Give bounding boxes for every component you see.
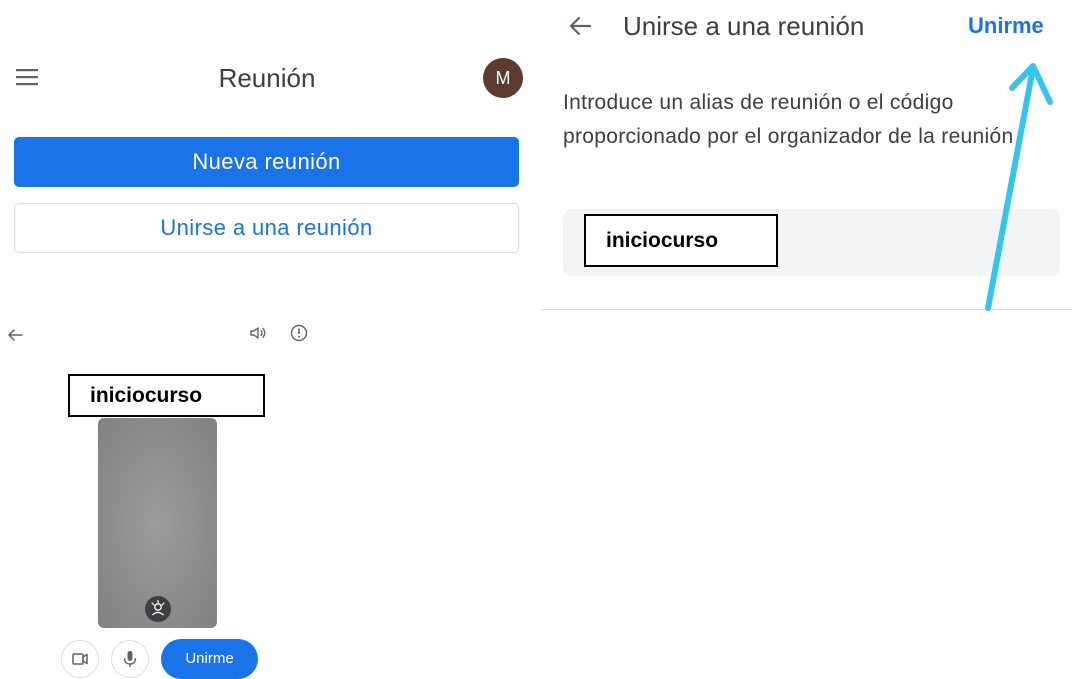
meeting-code-value: iniciocurso bbox=[68, 374, 265, 417]
info-icon[interactable] bbox=[289, 323, 309, 343]
dialog-title: Unirse a una reunión bbox=[623, 11, 865, 41]
arrow-back-icon[interactable] bbox=[566, 12, 594, 40]
new-meeting-button[interactable]: Nueva reunión bbox=[14, 137, 519, 187]
microphone-icon[interactable] bbox=[111, 640, 149, 678]
join-button[interactable]: Unirme bbox=[161, 639, 258, 679]
volume-icon[interactable] bbox=[248, 323, 268, 343]
join-meeting-button[interactable]: Unirse a una reunión bbox=[14, 203, 519, 253]
page-title: Reunión bbox=[218, 63, 316, 93]
meeting-code-value: iniciocurso bbox=[584, 214, 778, 267]
hamburger-menu-icon[interactable] bbox=[14, 66, 44, 90]
background-effects-icon[interactable] bbox=[145, 596, 171, 622]
cyan-pointer-arrow-icon bbox=[960, 50, 1060, 315]
video-camera-icon[interactable] bbox=[61, 640, 99, 678]
avatar[interactable]: M bbox=[483, 58, 523, 98]
arrow-back-icon[interactable] bbox=[6, 326, 24, 344]
join-action-button[interactable]: Unirme bbox=[968, 8, 1058, 44]
